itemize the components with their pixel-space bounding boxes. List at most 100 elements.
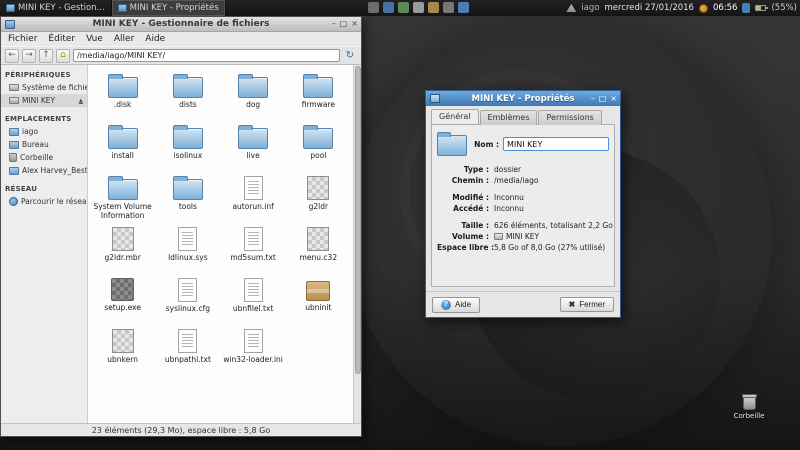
vertical-scrollbar[interactable]	[353, 65, 361, 423]
removable-media-icon[interactable]	[443, 2, 454, 13]
binary-file-icon	[112, 329, 134, 353]
notes-icon[interactable]	[428, 2, 439, 13]
file-item[interactable]: install	[90, 124, 155, 170]
sidebar-item[interactable]: Corbeille	[1, 151, 87, 164]
file-item[interactable]: System Volume Information	[90, 175, 155, 221]
name-input[interactable]	[503, 137, 609, 151]
close-icon[interactable]: ×	[351, 20, 358, 28]
folder-icon	[173, 77, 203, 98]
minimize-icon[interactable]: –	[591, 95, 595, 103]
desktop: MINI KEY - Gestion... MINI KEY - Proprié…	[0, 0, 800, 450]
workspace-icon[interactable]	[368, 2, 379, 13]
file-item[interactable]: tools	[155, 175, 220, 221]
toolbar: ← → ↑ ⌂ ↻	[1, 46, 361, 65]
file-name: g2ldr	[309, 202, 328, 211]
sidebar-section-network: RÉSEAU	[1, 182, 87, 195]
sidebar-item[interactable]: Bureau	[1, 138, 87, 151]
help-button[interactable]: ? Aide	[432, 297, 480, 313]
sidebar-item[interactable]: MINI KEY ▲	[1, 94, 87, 107]
bluetooth-icon[interactable]	[742, 3, 750, 13]
file-item[interactable]: .disk	[90, 73, 155, 119]
close-icon[interactable]: ×	[610, 95, 617, 103]
file-item[interactable]: ldlinux.sys	[155, 226, 220, 272]
file-item[interactable]: win32-loader.ini	[221, 328, 286, 374]
file-item[interactable]: setup.exe	[90, 277, 155, 323]
minimize-icon[interactable]: –	[332, 20, 336, 28]
file-name: firmware	[302, 100, 335, 109]
up-icon[interactable]: ↑	[39, 49, 53, 63]
file-manager-titlebar[interactable]: MINI KEY - Gestionnaire de fichiers – □ …	[1, 17, 361, 32]
maximize-icon[interactable]: □	[599, 95, 607, 103]
reload-icon[interactable]: ↻	[343, 49, 357, 63]
network-icon[interactable]	[566, 4, 576, 12]
clipboard-icon[interactable]	[413, 2, 424, 13]
file-item[interactable]: pool	[286, 124, 351, 170]
properties-dialog-titlebar[interactable]: MINI KEY - Propriétés – □ ×	[426, 91, 620, 106]
sidebar-item[interactable]: Système de fichiers	[1, 81, 87, 94]
file-item[interactable]: ubninit	[286, 277, 351, 323]
eject-icon[interactable]: ▲	[79, 98, 83, 104]
close-x-icon: ✖	[569, 301, 576, 309]
file-item[interactable]: g2ldr.mbr	[90, 226, 155, 272]
forward-icon[interactable]: →	[22, 49, 36, 63]
file-item[interactable]: menu.c32	[286, 226, 351, 272]
menu-item[interactable]: Fichier	[8, 34, 37, 44]
scrollbar-thumb[interactable]	[355, 66, 361, 374]
file-item[interactable]: syslinux.cfg	[155, 277, 220, 323]
field-value: 626 éléments, totalisant 2,2 Go	[494, 221, 613, 230]
menu-item[interactable]: Aller	[114, 34, 134, 44]
taskbar-window-button[interactable]: MINI KEY - Gestion...	[0, 0, 112, 16]
folder-icon	[9, 167, 19, 175]
field-value: 5,8 Go of 8,0 Go (27% utilisé)	[494, 243, 613, 252]
window-controls: – □ ×	[332, 17, 358, 31]
taskbar-window-label: MINI KEY - Propriétés	[130, 3, 219, 13]
battery-icon[interactable]	[755, 5, 766, 11]
file-item[interactable]: firmware	[286, 73, 351, 119]
file-item[interactable]: dog	[221, 73, 286, 119]
location-bar-input[interactable]	[73, 49, 340, 62]
dialog-tab[interactable]: Permissions	[538, 110, 601, 125]
executable-file-icon	[111, 278, 134, 301]
file-item[interactable]: g2ldr	[286, 175, 351, 221]
trash-icon	[9, 153, 17, 162]
panel-date[interactable]: mercredi 27/01/2016	[604, 3, 693, 13]
file-name: syslinux.cfg	[166, 304, 210, 313]
sidebar-item[interactable]: iago	[1, 125, 87, 138]
menu-item[interactable]: Éditer	[48, 34, 75, 44]
desktop-trash[interactable]: Corbeille	[733, 396, 765, 420]
update-icon[interactable]	[398, 2, 409, 13]
close-button[interactable]: ✖ Fermer	[560, 297, 614, 312]
back-icon[interactable]: ←	[5, 49, 19, 63]
binary-file-icon	[307, 176, 329, 200]
dialog-footer: ? Aide ✖ Fermer	[426, 291, 620, 317]
file-item[interactable]: ubnfilel.txt	[221, 277, 286, 323]
home-icon[interactable]: ⌂	[56, 49, 70, 63]
panel-username[interactable]: iago	[581, 3, 599, 13]
volume-icon[interactable]	[458, 2, 469, 13]
file-item[interactable]: autorun.inf	[221, 175, 286, 221]
properties-dialog-title: MINI KEY - Propriétés	[472, 94, 575, 104]
sidebar-item-label: Système de fichiers	[22, 83, 87, 92]
file-item[interactable]: ubnkern	[90, 328, 155, 374]
sidebar-section-devices: PÉRIPHÉRIQUES	[1, 68, 87, 81]
screenshot-icon[interactable]	[383, 2, 394, 13]
panel-clock[interactable]: 06:56	[713, 3, 738, 13]
home-folder-icon	[9, 128, 19, 136]
dialog-tab[interactable]: Emblèmes	[480, 110, 538, 125]
menu-item[interactable]: Aide	[145, 34, 165, 44]
file-item[interactable]: ubnpathl.txt	[155, 328, 220, 374]
sidebar-item[interactable]: Alex Harvey_Best...	[1, 164, 87, 177]
taskbar-window-button[interactable]: MINI KEY - Propriétés	[112, 0, 226, 16]
file-item[interactable]: md5sum.txt	[221, 226, 286, 272]
file-item[interactable]: dists	[155, 73, 220, 119]
file-item[interactable]: isolinux	[155, 124, 220, 170]
maximize-icon[interactable]: □	[340, 20, 348, 28]
help-icon: ?	[441, 300, 451, 310]
text-file-icon	[178, 278, 197, 302]
file-name: autorun.inf	[232, 202, 273, 211]
dialog-tab[interactable]: Général	[431, 109, 479, 124]
sidebar-item[interactable]: Parcourir le réseau	[1, 195, 87, 208]
menu-item[interactable]: Vue	[86, 34, 103, 44]
panel-indicators: iago mercredi 27/01/2016 06:56 (55%)	[566, 0, 797, 16]
file-item[interactable]: live	[221, 124, 286, 170]
